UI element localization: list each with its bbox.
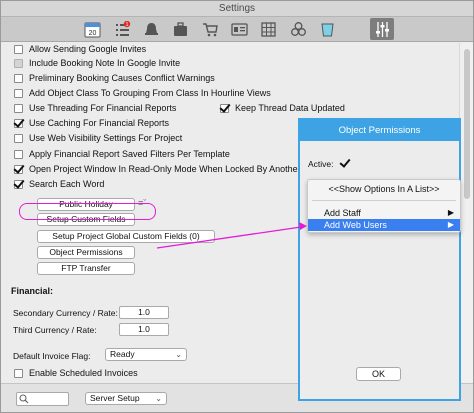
- option-checkbox[interactable]: [14, 179, 23, 189]
- invoice-flag-select[interactable]: Ready ⌄: [105, 348, 187, 361]
- option-label: Apply Financial Report Saved Filters Per…: [29, 149, 230, 159]
- option-label: Use Threading For Financial Reports: [29, 103, 177, 113]
- option-row[interactable]: Open Project Window In Read-Only Mode Wh…: [14, 163, 322, 175]
- keep-thread-checkbox[interactable]: [220, 103, 229, 113]
- task-count-badge: 1: [126, 22, 129, 28]
- scrollbar-thumb[interactable]: [464, 49, 470, 199]
- circles-icon[interactable]: [289, 20, 308, 39]
- option-checkbox[interactable]: [14, 149, 23, 159]
- sliders-icon[interactable]: [370, 18, 394, 40]
- submenu-arrow-icon: ▶: [447, 208, 454, 217]
- task-list-icon[interactable]: 1: [113, 20, 132, 39]
- active-checkbox[interactable]: [340, 159, 350, 169]
- bell-icon[interactable]: [142, 20, 161, 39]
- active-row[interactable]: Active:: [308, 159, 350, 169]
- settings-window: Settings 20 1 Allow Sending Google Invit…: [0, 0, 474, 413]
- option-row[interactable]: Add Object Class To Grouping From Class …: [14, 87, 271, 99]
- option-checkbox[interactable]: [14, 88, 23, 98]
- chevron-down-icon: ⌄: [155, 394, 162, 403]
- toolbar: 20 1: [1, 17, 473, 42]
- secondary-currency-input[interactable]: 1.0: [119, 306, 169, 319]
- option-label: Enable Scheduled Invoices: [29, 368, 138, 378]
- option-row[interactable]: Use Threading For Financial Reports: [14, 102, 176, 114]
- option-label: Add Object Class To Grouping From Class …: [29, 88, 271, 98]
- secondary-currency-label: Secondary Currency / Rate:: [13, 308, 118, 318]
- window-title: Settings: [1, 1, 473, 17]
- ok-button[interactable]: OK: [356, 367, 401, 381]
- search-input[interactable]: [16, 392, 69, 406]
- panel-title: Object Permissions: [300, 120, 459, 141]
- keep-thread-row[interactable]: Keep Thread Data Updated: [220, 102, 345, 114]
- cart-icon[interactable]: [201, 20, 220, 39]
- menu-item-label: Add Staff: [324, 208, 361, 218]
- menu-item-add-staff[interactable]: Add Staff ▶: [308, 207, 460, 219]
- show-options-list-item[interactable]: <<Show Options In A List>>: [308, 184, 460, 194]
- option-checkbox[interactable]: [14, 118, 23, 128]
- option-row[interactable]: Use Caching For Financial Reports: [14, 117, 169, 129]
- grid-icon[interactable]: [259, 20, 278, 39]
- enable-scheduled-invoices-row[interactable]: Enable Scheduled Invoices: [14, 367, 138, 379]
- menu-item-add-web-users[interactable]: Add Web Users ▶: [308, 219, 460, 231]
- option-label: Allow Sending Google Invites: [29, 44, 147, 54]
- object-permissions-button[interactable]: Object Permissions: [37, 246, 135, 259]
- option-row: Include Booking Note In Google Invite: [14, 57, 180, 69]
- keep-thread-label: Keep Thread Data Updated: [235, 103, 345, 113]
- calendar-icon[interactable]: 20: [83, 20, 102, 39]
- option-row[interactable]: Use Web Visibility Settings For Project: [14, 132, 182, 144]
- option-row[interactable]: Apply Financial Report Saved Filters Per…: [14, 148, 230, 160]
- option-row[interactable]: Search Each Word: [14, 178, 104, 190]
- third-currency-label: Third Currency / Rate:: [13, 325, 97, 335]
- option-checkbox[interactable]: [14, 164, 23, 174]
- option-label: Use Web Visibility Settings For Project: [29, 133, 183, 143]
- options-popup-menu: <<Show Options In A List>> Add Staff ▶ A…: [307, 179, 461, 233]
- option-checkbox[interactable]: [14, 368, 23, 378]
- option-label: Open Project Window In Read-Only Mode Wh…: [29, 164, 323, 174]
- id-card-icon[interactable]: [230, 20, 249, 39]
- financial-heading: Financial:: [11, 286, 54, 296]
- option-checkbox[interactable]: [14, 133, 23, 143]
- option-label: Include Booking Note In Google Invite: [29, 58, 181, 68]
- option-checkbox[interactable]: [14, 103, 23, 113]
- highlight-callout-oval: [19, 203, 156, 220]
- option-checkbox[interactable]: [14, 44, 23, 54]
- vertical-scrollbar[interactable]: [459, 43, 473, 383]
- briefcase-icon[interactable]: [171, 20, 190, 39]
- object-permissions-panel: Object Permissions Active: OK: [298, 118, 461, 401]
- menu-item-label: Add Web Users: [324, 220, 387, 230]
- setup-project-global-custom-fields-button[interactable]: Setup Project Global Custom Fields (0): [37, 230, 215, 243]
- chevron-down-icon: ⌄: [175, 350, 182, 359]
- server-setup-value: Server Setup: [90, 393, 140, 403]
- option-label: Preliminary Booking Causes Conflict Warn…: [29, 73, 215, 83]
- active-label: Active:: [308, 159, 334, 169]
- invoice-flag-value: Ready: [110, 349, 135, 359]
- option-checkbox[interactable]: [14, 73, 23, 83]
- server-setup-select[interactable]: Server Setup ⌄: [85, 392, 167, 405]
- option-checkbox: [14, 58, 23, 68]
- option-label: Use Caching For Financial Reports: [29, 118, 170, 128]
- invoice-flag-label: Default Invoice Flag:: [13, 351, 91, 361]
- menu-divider: [312, 200, 456, 201]
- ftp-transfer-button[interactable]: FTP Transfer: [37, 262, 135, 275]
- option-label: Search Each Word: [29, 179, 105, 189]
- third-currency-input[interactable]: 1.0: [119, 323, 169, 336]
- option-row[interactable]: Allow Sending Google Invites: [14, 43, 146, 55]
- search-icon: [19, 394, 29, 404]
- cup-icon[interactable]: [318, 20, 337, 39]
- option-row[interactable]: Preliminary Booking Causes Conflict Warn…: [14, 72, 215, 84]
- calendar-date: 20: [89, 30, 97, 37]
- submenu-arrow-icon: ▶: [447, 220, 454, 229]
